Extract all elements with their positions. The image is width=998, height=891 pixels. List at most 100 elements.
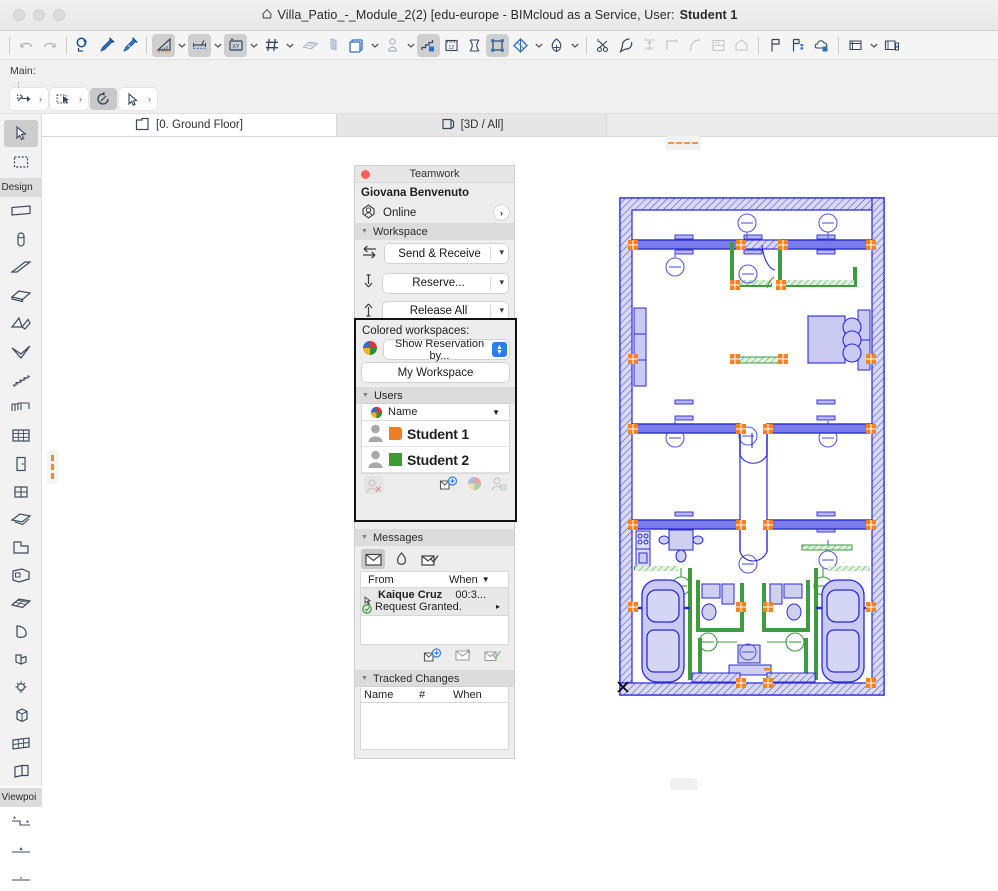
teamwork-status-row[interactable]: Online › [355, 202, 514, 223]
messages-column-header[interactable]: From When ▼ [361, 572, 508, 588]
layers-icon[interactable] [345, 34, 368, 57]
my-workspace-button[interactable]: My Workspace [362, 363, 509, 382]
workspace-section-header[interactable]: ▼ Workspace [355, 223, 514, 240]
users-list[interactable]: Name ▼ Student 1 Student 2 [362, 404, 509, 473]
marquee-dashed-tool[interactable] [4, 148, 38, 175]
roof-icon[interactable] [730, 34, 753, 57]
villa-patio-ground-floor-plan[interactable] [612, 190, 892, 705]
stair-tool-icon[interactable] [417, 34, 440, 57]
skylight-tool[interactable] [4, 506, 38, 533]
scissors-icon[interactable] [592, 34, 615, 57]
chevron-down-icon[interactable]: ▾ [499, 277, 504, 288]
curtain-grid-tool[interactable] [4, 730, 38, 757]
inbox-mail-icon[interactable] [361, 549, 385, 569]
offset-corner-icon[interactable] [661, 34, 684, 57]
mesh-tool[interactable] [4, 590, 38, 617]
undo-icon[interactable] [15, 34, 38, 57]
user-row-student-2[interactable]: Student 2 [362, 447, 509, 473]
stair-tool[interactable] [4, 366, 38, 393]
tab-3d-all[interactable]: [3D / All] [337, 114, 607, 136]
panel-tool[interactable] [4, 758, 38, 785]
zone-tool[interactable] [4, 562, 38, 589]
users-footer-toolbar[interactable] [356, 473, 515, 497]
ruler-12-icon[interactable]: 12 [440, 34, 463, 57]
messages-footer-toolbar[interactable] [355, 644, 514, 670]
arrow-pointer-tool[interactable] [4, 120, 38, 147]
flag-list-icon[interactable] [787, 34, 810, 57]
read-mail-icon[interactable] [417, 549, 441, 569]
color-pie-icon[interactable] [467, 476, 482, 494]
chevron-right-icon[interactable]: › [35, 94, 46, 104]
chevron-right-icon[interactable]: › [75, 94, 86, 104]
redo-icon[interactable] [38, 34, 61, 57]
message-row[interactable]: Kaique Cruz 00:3... Request Granted. ▸ [361, 588, 508, 616]
palette-section-design[interactable]: Design [0, 178, 42, 197]
mark-read-icon[interactable] [483, 648, 502, 666]
stepper-icon[interactable]: ▲▼ [492, 342, 507, 357]
wall-tool[interactable] [4, 198, 38, 225]
chevron-down-icon[interactable] [867, 34, 880, 57]
beam-tool[interactable] [4, 254, 38, 281]
chevron-down-icon[interactable] [175, 34, 188, 57]
magic-wand-icon[interactable] [615, 34, 638, 57]
interior-elevation-tool[interactable] [4, 864, 38, 891]
colored-workspaces-select-row[interactable]: Show Reservation by... ▲▼ [356, 340, 515, 363]
view-tab-bar[interactable]: [0. Ground Floor] [3D / All] [0, 114, 998, 137]
reserve-button[interactable]: Reserve... ▾ [383, 274, 508, 293]
message-expand-icon[interactable]: ▸ [496, 602, 500, 611]
status-disclosure-button[interactable]: › [494, 205, 509, 220]
palette-section-viewpoint[interactable]: Viewpoi [0, 788, 42, 807]
chevron-down-icon[interactable] [404, 34, 417, 57]
column-tool[interactable] [4, 226, 38, 253]
users-section-header[interactable]: ▼ Users [356, 387, 515, 404]
cloud-tag-icon[interactable] [810, 34, 833, 57]
reserve-row[interactable]: Reserve... ▾ [355, 267, 514, 297]
chevron-down-icon[interactable]: ▾ [499, 305, 504, 316]
label-tool-icon[interactable]: XY [224, 34, 247, 57]
eyedropper-pickup-icon[interactable] [118, 34, 141, 57]
send-receive-button[interactable]: Send & Receive ▾ [385, 244, 508, 263]
door-tool[interactable] [4, 450, 38, 477]
sent-drop-icon[interactable] [389, 549, 413, 569]
morph-tool[interactable] [4, 618, 38, 645]
tab-ground-floor[interactable]: [0. Ground Floor] [42, 114, 337, 136]
marquee-nodes-icon[interactable] [486, 34, 509, 57]
chevron-down-icon[interactable] [247, 34, 260, 57]
main-tool-pills[interactable]: › › › [10, 88, 157, 110]
mesh-icon[interactable] [299, 34, 322, 57]
messages-toolbar[interactable] [355, 546, 514, 572]
curve-icon[interactable] [684, 34, 707, 57]
sort-descending-icon[interactable]: ▼ [482, 575, 490, 584]
object-tool[interactable] [4, 646, 38, 673]
elevate-icon[interactable] [638, 34, 661, 57]
chevron-down-icon[interactable]: ▾ [499, 247, 504, 258]
section-tool[interactable] [4, 808, 38, 835]
teamwork-panel-icon[interactable] [844, 34, 867, 57]
messages-list[interactable]: From When ▼ Kaique Cruz 00:3... Request … [361, 572, 508, 644]
reservation-display-select[interactable]: Show Reservation by... ▲▼ [384, 340, 509, 359]
user-settings-icon[interactable] [491, 476, 507, 494]
paint-roller-icon[interactable] [509, 34, 532, 57]
roof-tool[interactable] [4, 310, 38, 337]
tool-palette[interactable]: Design Viewpoi [0, 114, 42, 786]
bottom-scroll-nub[interactable] [670, 778, 697, 790]
morph-icon[interactable] [463, 34, 486, 57]
pointer-arrow-tool[interactable]: › [119, 88, 157, 110]
split-icon[interactable] [707, 34, 730, 57]
colored-workspaces-panel[interactable]: Colored workspaces: Show Reservation by.… [354, 318, 517, 522]
tracked-changes-list[interactable]: Name # When [361, 687, 508, 749]
cone-icon[interactable] [545, 34, 568, 57]
new-message-icon[interactable] [423, 648, 442, 667]
sort-descending-icon[interactable]: ▼ [492, 408, 500, 417]
messages-section-header[interactable]: ▼ Messages [355, 529, 514, 546]
send-receive-row[interactable]: Send & Receive ▾ [355, 240, 514, 267]
opening-tool[interactable] [4, 534, 38, 561]
chevron-down-icon[interactable] [568, 34, 581, 57]
chevron-right-icon[interactable]: › [144, 94, 155, 104]
teamwork-reserve-icon[interactable] [880, 34, 903, 57]
grid-snap-icon[interactable] [260, 34, 283, 57]
eyedropper-inject-icon[interactable] [95, 34, 118, 57]
chevron-down-icon[interactable] [211, 34, 224, 57]
elevation-tool[interactable] [4, 836, 38, 863]
slab-icon[interactable] [322, 34, 345, 57]
